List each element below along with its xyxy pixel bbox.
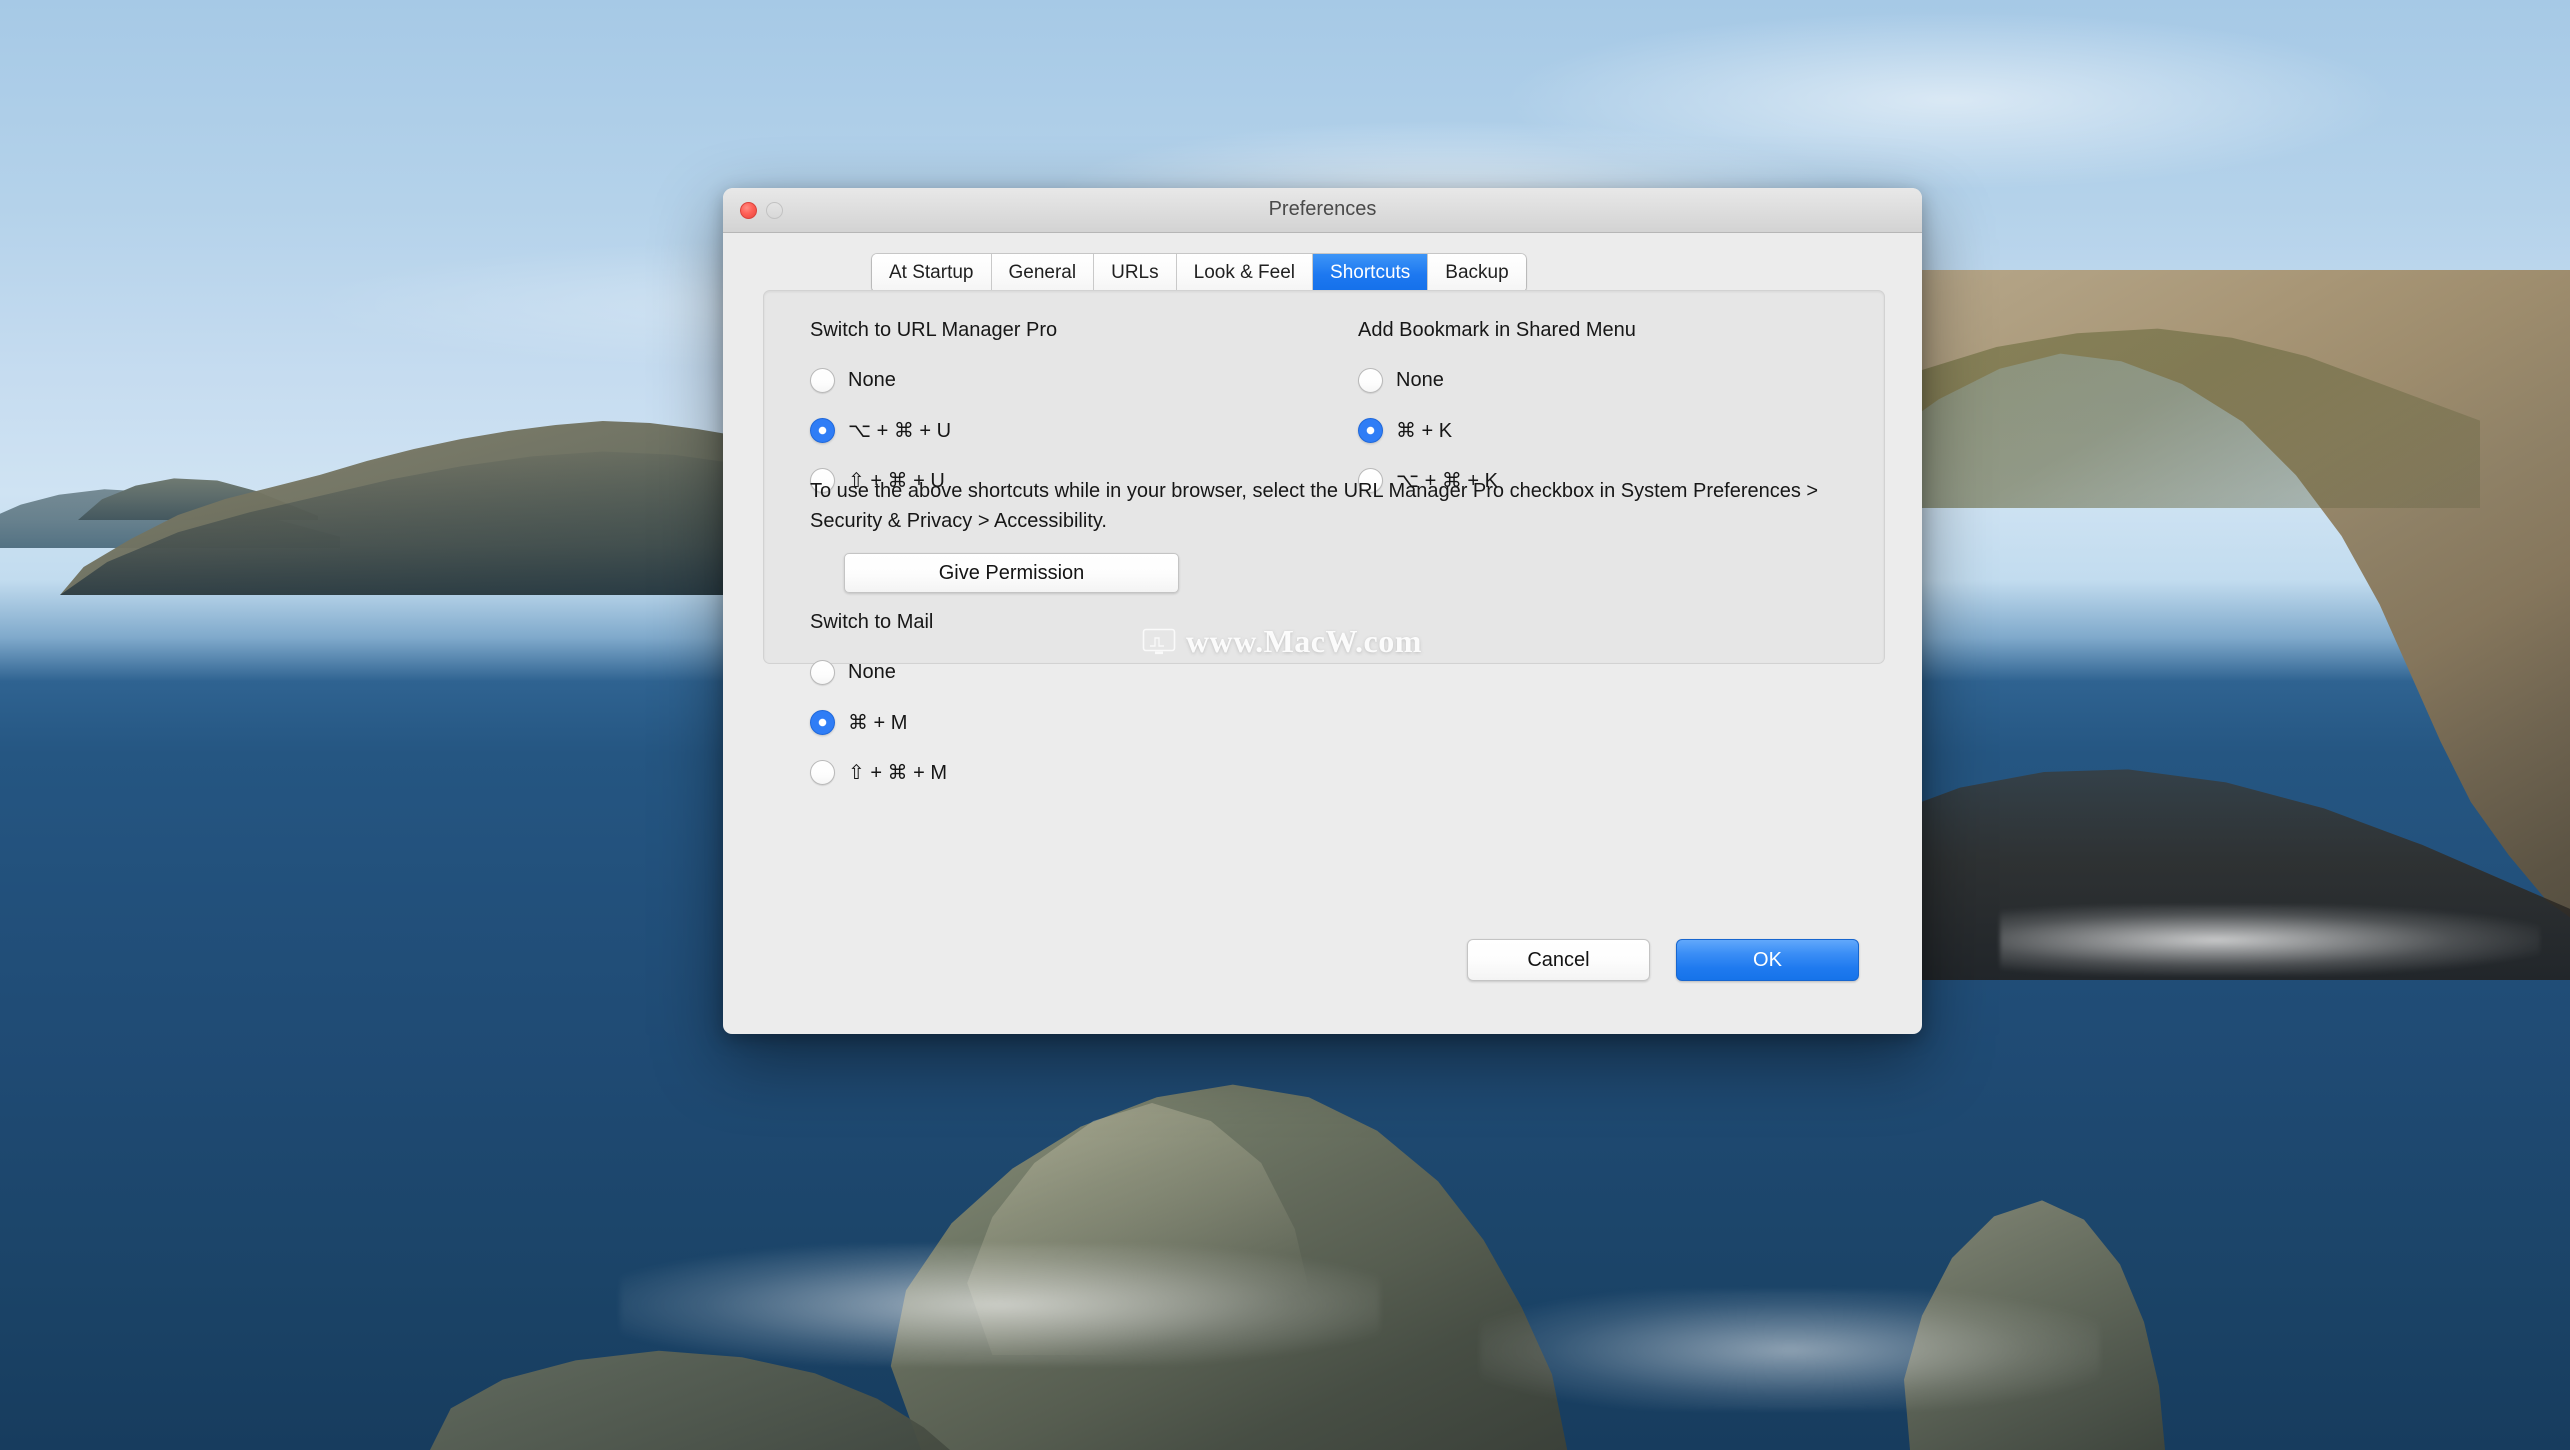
- tab-look-and-feel[interactable]: Look & Feel: [1176, 254, 1314, 292]
- radio-label-mail-cmd-m: ⌘ + M: [848, 711, 908, 734]
- cloud: [1500, 10, 2400, 190]
- surf-foreground-right: [1480, 1290, 2100, 1410]
- radio-icon-bookmark-cmd-k[interactable]: [1358, 417, 1383, 443]
- radio-icon-url-none[interactable]: [810, 367, 835, 393]
- radio-label-bookmark-cmd-k: ⌘ + K: [1396, 419, 1453, 442]
- tab-backup[interactable]: Backup: [1428, 254, 1526, 292]
- tab-urls[interactable]: URLs: [1094, 254, 1177, 292]
- ok-button[interactable]: OK: [1676, 939, 1859, 981]
- radio-row-url-none[interactable]: None: [810, 355, 1057, 405]
- accessibility-info-text: To use the above shortcuts while in your…: [810, 480, 1819, 532]
- radio-row-url-opt-cmd-u[interactable]: ⌥ + ⌘ + U: [810, 405, 1057, 455]
- radio-label-url-none: None: [848, 368, 896, 391]
- watermark-text: www.MacW.com: [1186, 623, 1422, 659]
- group-label-add-bookmark: Add Bookmark in Shared Menu: [1358, 319, 1636, 341]
- radio-row-mail-cmd-m[interactable]: ⌘ + M: [810, 697, 947, 747]
- radio-label-bookmark-none: None: [1396, 368, 1444, 391]
- radio-label-mail-none: None: [848, 660, 896, 683]
- radio-row-mail-shift-cmd-m[interactable]: ⇧ + ⌘ + M: [810, 747, 947, 797]
- shortcuts-panel: Switch to URL Manager Pro None ⌥ + ⌘ + U…: [763, 290, 1885, 785]
- preferences-window: Preferences At Startup General URLs Look…: [723, 188, 1922, 1034]
- radio-row-mail-none[interactable]: None: [810, 647, 947, 697]
- group-label-switch-url-manager: Switch to URL Manager Pro: [810, 319, 1058, 341]
- cancel-button[interactable]: Cancel: [1467, 939, 1650, 981]
- tab-general[interactable]: General: [991, 254, 1095, 292]
- watermark: www.MacW.com: [1142, 623, 1422, 660]
- radio-label-mail-shift-cmd-m: ⇧ + ⌘ + M: [848, 761, 948, 784]
- window-titlebar[interactable]: Preferences: [723, 188, 1922, 233]
- radio-icon-bookmark-none[interactable]: [1358, 367, 1383, 393]
- radio-icon-mail-cmd-m[interactable]: [810, 709, 835, 735]
- surf-right: [2000, 905, 2540, 975]
- tab-shortcuts[interactable]: Shortcuts: [1313, 254, 1429, 292]
- group-label-switch-mail: Switch to Mail: [810, 611, 934, 633]
- tab-at-startup[interactable]: At Startup: [872, 254, 992, 292]
- radio-icon-url-opt-cmd-u[interactable]: [810, 417, 835, 443]
- give-permission-button[interactable]: Give Permission: [844, 553, 1179, 593]
- radio-icon-mail-none[interactable]: [810, 659, 835, 685]
- switch-mail-group: Switch to Mail None ⌘ + M ⇧ + ⌘ + M: [810, 611, 947, 797]
- surf-foreground: [620, 1245, 1380, 1365]
- monitor-icon: [1142, 628, 1176, 654]
- window-title: Preferences: [1268, 198, 1377, 220]
- dialog-footer: Cancel OK: [723, 906, 1922, 1034]
- radio-icon-mail-shift-cmd-m[interactable]: [810, 759, 835, 785]
- radio-row-bookmark-cmd-k[interactable]: ⌘ + K: [1358, 405, 1636, 455]
- tab-bar: At Startup General URLs Look & Feel Shor…: [872, 254, 1526, 292]
- radio-row-bookmark-none[interactable]: None: [1358, 355, 1636, 405]
- radio-label-url-opt-cmd-u: ⌥ + ⌘ + U: [848, 419, 952, 442]
- tabbar-area: At Startup General URLs Look & Feel Shor…: [723, 233, 1922, 292]
